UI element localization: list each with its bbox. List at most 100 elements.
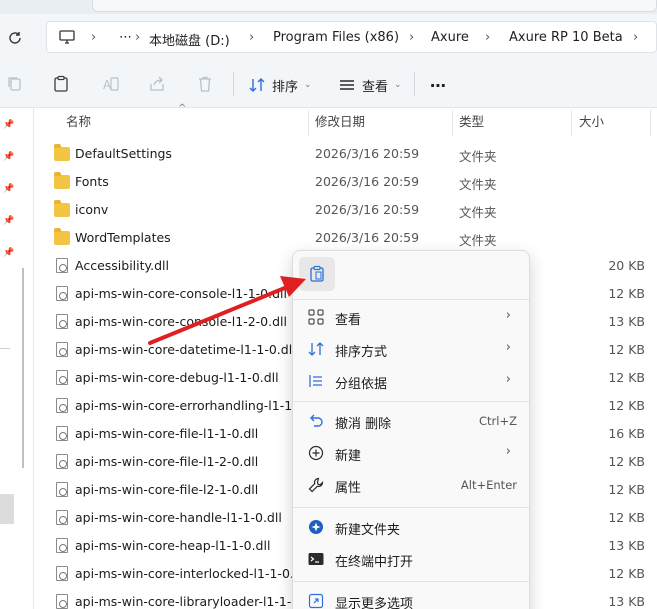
menu-item-label: 分组依据 — [335, 377, 388, 392]
menu-item-label: 新建文件夹 — [335, 523, 401, 538]
new-folder-icon — [307, 519, 325, 537]
chevron-down-icon: ⌄ — [394, 80, 402, 90]
sort-ascending-icon: ^ — [178, 103, 187, 114]
breadcrumb-drive[interactable]: 本地磁盘 (D:) — [149, 30, 230, 49]
copy-icon[interactable] — [6, 75, 24, 93]
file-size: 20 KB — [608, 258, 645, 273]
menu-item-sort-by[interactable]: 排序方式 › — [297, 335, 525, 365]
chevron-right-icon: › — [505, 444, 511, 459]
file-size: 12 KB — [608, 454, 645, 469]
column-header-size[interactable]: 大小 — [579, 108, 604, 136]
paste-icon[interactable] — [52, 75, 70, 93]
file-name: Accessibility.dll — [75, 258, 169, 273]
chevron-right-icon: › — [485, 30, 491, 45]
shortcut-label: Ctrl+Z — [479, 414, 517, 428]
more-options-button[interactable]: ⋯ — [430, 74, 446, 96]
column-header-name[interactable]: 名称 — [66, 108, 91, 136]
active-tab-fragment[interactable] — [92, 0, 657, 12]
file-size: 12 KB — [608, 398, 645, 413]
refresh-icon[interactable] — [6, 29, 24, 47]
delete-icon[interactable] — [196, 75, 214, 93]
navigation-pane: 📌 📌 📌 📌 📌 — [0, 108, 34, 609]
breadcrumb-more[interactable]: ⋯ — [119, 30, 132, 45]
view-icon — [340, 80, 354, 90]
menu-item-label: 排序方式 — [335, 345, 388, 360]
list-item[interactable]: iconv 2026/3/16 20:59 文件夹 — [50, 196, 657, 224]
pin-icon[interactable]: 📌 — [3, 248, 14, 258]
menu-item-open-terminal[interactable]: 在终端中打开 — [297, 545, 525, 575]
dll-file-icon — [56, 370, 68, 385]
file-size: 12 KB — [608, 286, 645, 301]
file-size: 12 KB — [608, 510, 645, 525]
list-item[interactable]: Fonts 2026/3/16 20:59 文件夹 — [50, 168, 657, 196]
menu-item-new-folder[interactable]: 新建文件夹 — [297, 513, 525, 543]
menu-item-label: 查看 — [335, 313, 362, 328]
file-size: 12 KB — [608, 342, 645, 357]
file-name: api-ms-win-core-console-l1-2-0.dll — [75, 314, 287, 329]
column-divider[interactable] — [452, 110, 453, 136]
dll-file-icon — [56, 342, 68, 357]
chevron-right-icon: › — [505, 308, 511, 323]
file-size: 16 KB — [608, 426, 645, 441]
nav-selected-item[interactable] — [0, 494, 14, 524]
pin-icon[interactable]: 📌 — [3, 184, 14, 194]
paste-button[interactable] — [299, 257, 335, 291]
chevron-right-icon: › — [249, 30, 255, 45]
file-size: 13 KB — [608, 538, 645, 553]
menu-item-undo-delete[interactable]: 撤消 删除 Ctrl+Z — [297, 407, 525, 437]
toolbar-divider — [233, 72, 234, 96]
shortcut-label: Alt+Enter — [460, 478, 517, 492]
computer-icon[interactable] — [59, 30, 75, 44]
file-name: api-ms-win-core-console-l1-1-0.dll — [75, 286, 287, 301]
dll-file-icon — [56, 594, 68, 609]
file-size: 12 KB — [608, 482, 645, 497]
breadcrumb-axure[interactable]: Axure — [431, 30, 469, 45]
menu-item-view[interactable]: 查看 › — [297, 303, 525, 333]
column-divider[interactable] — [308, 110, 309, 136]
view-button[interactable]: 查看 ⌄ — [338, 74, 402, 96]
menu-item-new[interactable]: 新建 › — [297, 439, 525, 469]
chevron-right-icon: › — [505, 340, 511, 355]
column-divider[interactable] — [650, 110, 651, 136]
menu-divider — [293, 581, 531, 582]
menu-item-group-by[interactable]: 分组依据 › — [297, 367, 525, 397]
file-name: api-ms-win-core-heap-l1-1-0.dll — [75, 538, 271, 553]
pin-icon[interactable]: 📌 — [3, 152, 14, 162]
menu-item-label: 在终端中打开 — [335, 555, 414, 570]
menu-item-show-more[interactable]: 显示更多选项 — [297, 587, 525, 609]
list-item[interactable]: DefaultSettings 2026/3/16 20:59 文件夹 — [50, 140, 657, 168]
file-date: 2026/3/16 20:59 — [315, 146, 420, 161]
pin-icon[interactable]: 📌 — [3, 120, 14, 130]
chevron-right-icon: › — [91, 30, 97, 45]
file-name: api-ms-win-core-file-l1-1-0.dll — [75, 426, 259, 441]
menu-item-label: 新建 — [335, 449, 362, 464]
column-header-type[interactable]: 类型 — [459, 108, 484, 136]
menu-divider — [293, 299, 531, 300]
dll-file-icon — [56, 258, 68, 273]
nav-scrollbar[interactable] — [22, 268, 24, 468]
file-name: api-ms-win-core-file-l1-2-0.dll — [75, 454, 259, 469]
menu-item-label: 属性 — [335, 481, 362, 496]
add-circle-icon — [307, 445, 325, 463]
column-header-date[interactable]: 修改日期 — [315, 108, 365, 136]
breadcrumb-program-files[interactable]: Program Files (x86) — [273, 30, 399, 45]
chevron-right-icon: › — [505, 372, 511, 387]
breadcrumb-axure-rp10[interactable]: Axure RP 10 Beta — [509, 30, 623, 45]
address-bar[interactable]: › ⋯ › 本地磁盘 (D:) › Program Files (x86) › … — [46, 21, 657, 53]
sort-button[interactable]: 排序 ⌄ — [248, 74, 312, 96]
file-name: api-ms-win-core-file-l2-1-0.dll — [75, 482, 259, 497]
context-menu: 查看 › 排序方式 › 分组依据 › 撤消 删除 Ctrl+Z 新建 › 属性 — [292, 250, 531, 609]
file-type: 文件夹 — [459, 205, 497, 220]
chevron-down-icon: ⌄ — [304, 80, 312, 90]
pin-icon[interactable]: 📌 — [3, 216, 14, 226]
column-divider[interactable] — [571, 110, 572, 136]
menu-item-properties[interactable]: 属性 Alt+Enter — [297, 471, 525, 501]
dll-file-icon — [56, 510, 68, 525]
share-icon[interactable] — [148, 75, 166, 93]
view-label: 查看 — [362, 79, 389, 95]
toolbar-divider — [414, 72, 415, 96]
dll-file-icon — [56, 426, 68, 441]
list-item[interactable]: WordTemplates 2026/3/16 20:59 文件夹 — [50, 224, 657, 252]
rename-icon[interactable]: A — [102, 75, 120, 93]
folder-icon — [54, 200, 70, 217]
